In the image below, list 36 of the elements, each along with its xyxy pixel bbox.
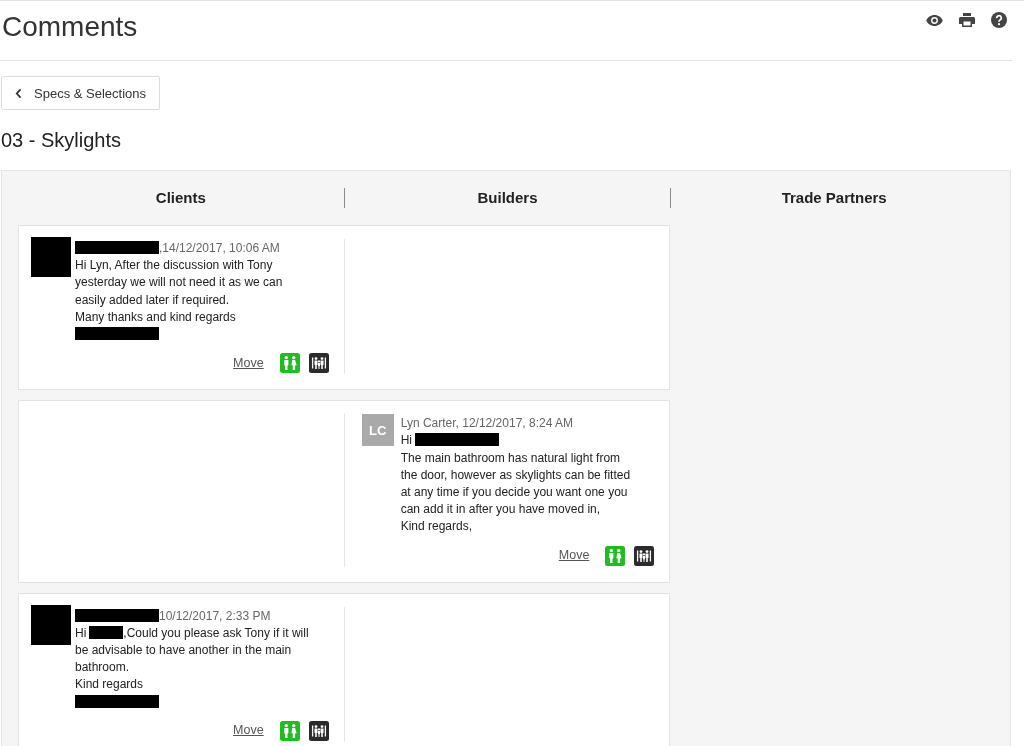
people-group-icon[interactable]: [308, 353, 329, 374]
column-header: Builders: [476, 188, 539, 208]
comment-text: easily added later if required.: [75, 292, 230, 307]
comment-text: Hi: [75, 625, 87, 640]
help-icon[interactable]: [991, 12, 1007, 28]
move-link[interactable]: Move: [233, 722, 264, 740]
comment-text: at any time if you decide you want one you: [400, 485, 628, 500]
comment-text: bathroom.: [75, 660, 130, 675]
comment-text: The main bathroom has natural light from: [400, 450, 621, 465]
column-header: Trade Partners: [780, 188, 888, 208]
comment-meta: Lyn Carter, 12/12/2017, 8:24 AM: [400, 416, 573, 431]
comment-text: yesterday we will not need it as we can: [75, 275, 283, 290]
comment-text: Hi: [400, 433, 412, 448]
comment-text: Many thanks and kind regards: [75, 309, 236, 324]
comment-text: ,Could you please ask Tony if it will: [123, 625, 309, 640]
people-group-icon[interactable]: [634, 545, 655, 566]
people-group-icon[interactable]: [308, 720, 329, 741]
comment-text: can add it in after you have moved in,: [400, 502, 601, 517]
chevron-left-icon: [15, 87, 22, 99]
comment-text: Hi Lyn, After the discussion with Tony: [75, 258, 273, 273]
avatar: LC: [361, 414, 394, 447]
comment-text: be advisable to have another in the main: [75, 643, 292, 658]
page-title: Comments: [1, 10, 138, 44]
move-link[interactable]: Move: [558, 547, 590, 565]
comment-meta: ,14/12/2017, 10:06 AM: [159, 241, 280, 255]
move-link[interactable]: Move: [233, 354, 264, 372]
comment-text: the door, however as skylights can be fitted: [400, 467, 631, 482]
eye-icon[interactable]: [926, 14, 943, 26]
redaction-bar: [89, 625, 124, 639]
comment-text: Kind regards,: [400, 519, 473, 534]
column-header: Clients: [154, 188, 207, 208]
back-button[interactable]: Specs & Selections: [1, 76, 160, 110]
print-icon[interactable]: [959, 13, 975, 27]
comment-meta: 10/12/2017, 2:33 PM: [159, 608, 271, 623]
section-title: 03 - Skylights: [1, 128, 123, 152]
comment-text: Kind regards: [75, 677, 144, 692]
